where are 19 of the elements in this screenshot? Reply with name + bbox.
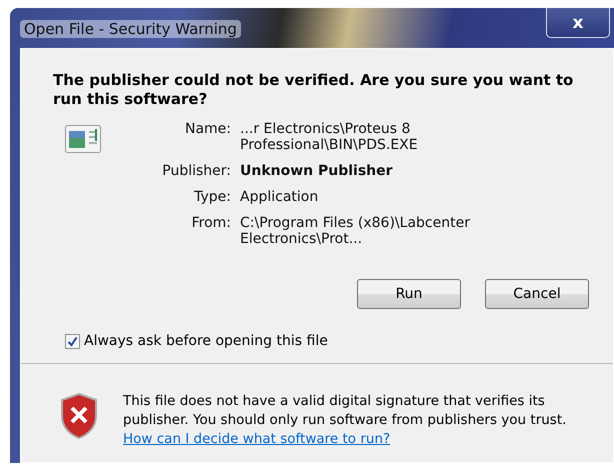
- field-value: C:\Program Files (x86)\Labcenter Electronics\Prot...: [240, 215, 471, 247]
- help-link[interactable]: How can I decide what software to run?: [123, 431, 390, 447]
- dialog-button[interactable]: Cancel: [485, 279, 589, 309]
- close-button[interactable]: x: [546, 8, 610, 38]
- checkbox-label[interactable]: Always ask before opening this file: [84, 333, 328, 349]
- warning-message: This file does not have a valid digital signature that verifies its publisher. You should only run software from publishers you trust. How can I decide what software to run?: [123, 392, 568, 449]
- application-icon: [65, 125, 101, 153]
- window-title: Open File - Security Warning: [20, 20, 241, 38]
- dialog-button[interactable]: Run: [357, 279, 461, 309]
- field-label: Name:: [184, 121, 231, 139]
- field-value: Application: [240, 189, 320, 205]
- field-value: Unknown Publisher: [240, 163, 394, 179]
- field-value: ...r Electronics\Proteus 8 Professional\BIN\PDS.EXE: [240, 121, 419, 153]
- field-label: Type:: [193, 189, 231, 205]
- error-shield-icon: [59, 392, 99, 440]
- field-label: Publisher:: [161, 163, 231, 179]
- checkbox[interactable]: [65, 334, 80, 348]
- warning-heading: The publisher could not be verified. Are you sure you want to run this software?: [53, 71, 574, 109]
- field-label: From:: [190, 215, 231, 233]
